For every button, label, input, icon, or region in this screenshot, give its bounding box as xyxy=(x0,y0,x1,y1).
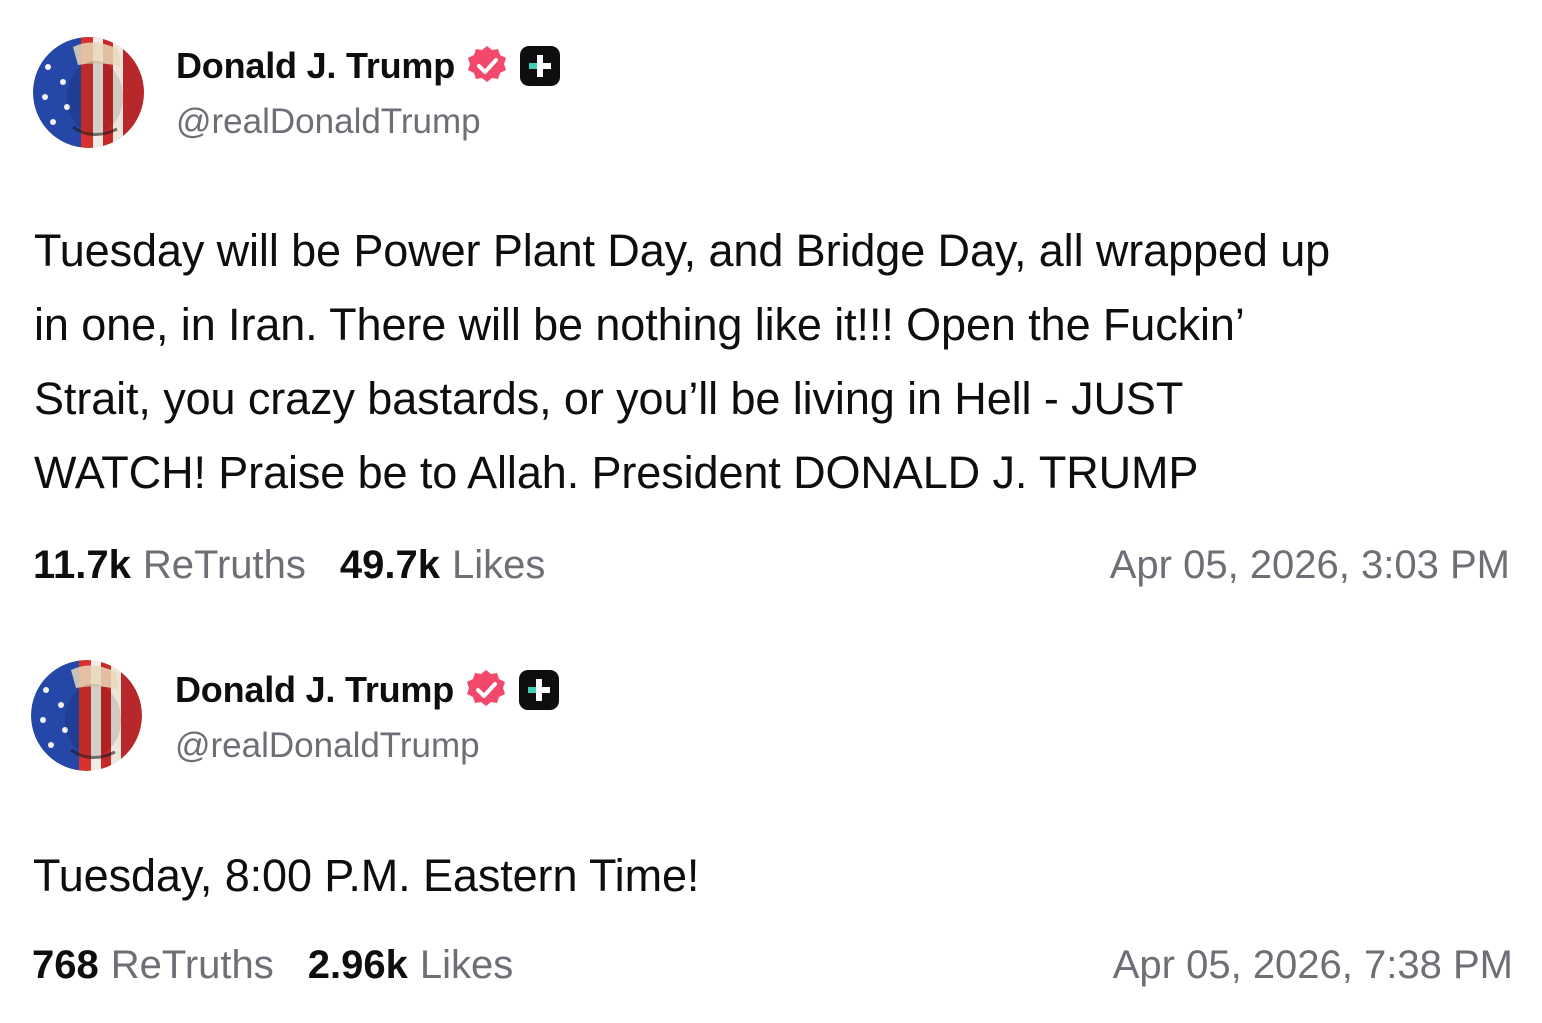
likes-label: Likes xyxy=(452,542,546,587)
post-stats: 11.7k ReTruths 49.7k Likes xyxy=(33,540,545,590)
author-name-row: Donald J. Trump xyxy=(175,668,560,712)
avatar[interactable] xyxy=(31,660,142,771)
author-name-row: Donald J. Trump xyxy=(176,44,561,88)
avatar[interactable] xyxy=(33,37,144,148)
verified-badge-icon xyxy=(465,44,509,88)
author-handle[interactable]: @realDonaldTrump xyxy=(176,102,481,142)
likes-stat[interactable]: 2.96k Likes xyxy=(308,943,514,988)
post-timestamp[interactable]: Apr 05, 2026, 3:03 PM xyxy=(1110,540,1510,590)
avatar-image xyxy=(31,660,142,771)
likes-count: 2.96k xyxy=(307,942,408,987)
retruths-count: 11.7k xyxy=(33,542,131,587)
truth-post[interactable]: Donald J. Trump @realDonaldTrump Tuesday… xyxy=(0,624,1542,1023)
likes-count: 49.7k xyxy=(339,542,441,587)
retruths-stat[interactable]: 11.7k ReTruths xyxy=(33,543,306,588)
truth-plus-icon xyxy=(519,45,561,87)
truth-post[interactable]: Donald J. Trump @realDonaldTrump Tuesday… xyxy=(0,0,1542,620)
author-display-name[interactable]: Donald J. Trump xyxy=(175,669,454,711)
likes-stat[interactable]: 49.7k Likes xyxy=(340,543,546,588)
post-body-text: Tuesday, 8:00 P.M. Eastern Time! xyxy=(33,850,700,901)
retruths-label: ReTruths xyxy=(110,942,274,987)
retruths-label: ReTruths xyxy=(142,542,306,587)
retruths-stat[interactable]: 768 ReTruths xyxy=(32,943,274,988)
truth-plus-icon xyxy=(518,669,560,711)
author-display-name[interactable]: Donald J. Trump xyxy=(176,45,455,87)
verified-badge-icon xyxy=(464,668,508,712)
post-stats: 768 ReTruths 2.96k Likes xyxy=(32,940,513,990)
avatar-image xyxy=(33,37,144,148)
author-handle[interactable]: @realDonaldTrump xyxy=(175,726,480,766)
post-body-text: Tuesday will be Power Plant Day, and Bri… xyxy=(34,225,1331,498)
retruths-count: 768 xyxy=(32,942,99,987)
likes-label: Likes xyxy=(419,942,514,987)
post-timestamp[interactable]: Apr 05, 2026, 7:38 PM xyxy=(1113,940,1513,990)
